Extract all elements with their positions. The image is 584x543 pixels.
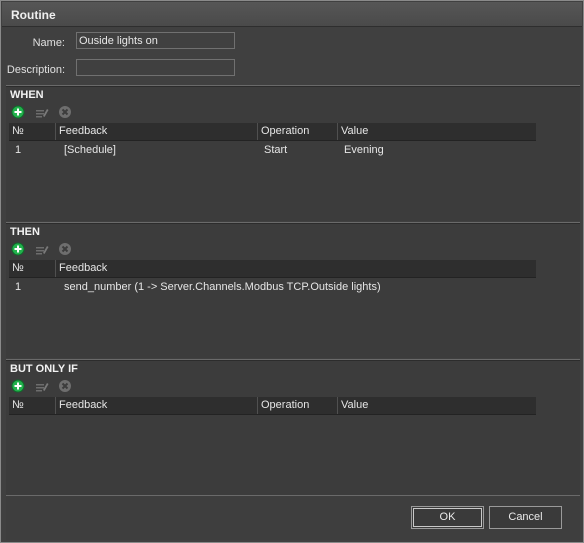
name-label: Name: — [32, 37, 65, 49]
then-grid-header: № Feedback — [9, 260, 536, 278]
name-field[interactable] — [76, 32, 235, 49]
edit-icon[interactable] — [35, 242, 49, 256]
only-if-title: BUT ONLY IF — [10, 363, 78, 375]
routine-dialog: Routine Name: Description: WHEN № Feedba… — [0, 0, 584, 543]
add-icon[interactable] — [11, 379, 25, 393]
delete-icon[interactable] — [58, 105, 72, 119]
column-header-number[interactable]: № — [9, 123, 56, 140]
then-title: THEN — [10, 226, 40, 238]
description-label: Description: — [6, 64, 65, 76]
row-number: 1 — [15, 281, 22, 293]
add-icon[interactable] — [11, 105, 25, 119]
edit-icon[interactable] — [35, 105, 49, 119]
row-number: 1 — [15, 144, 22, 156]
when-section: WHEN № Feedback Operation Value 1 [Sched… — [6, 85, 580, 221]
edit-icon[interactable] — [35, 379, 49, 393]
title-bar[interactable]: Routine — [2, 2, 582, 27]
column-header-feedback[interactable]: Feedback — [56, 123, 258, 140]
row-feedback: send_number (1 -> Server.Channels.Modbus… — [64, 281, 381, 293]
column-header-number[interactable]: № — [9, 397, 56, 414]
column-header-number[interactable]: № — [9, 260, 56, 277]
table-row[interactable]: 1 send_number (1 -> Server.Channels.Modb… — [9, 279, 536, 296]
when-grid-header: № Feedback Operation Value — [9, 123, 536, 141]
delete-icon[interactable] — [58, 379, 72, 393]
add-icon[interactable] — [11, 242, 25, 256]
column-header-feedback[interactable]: Feedback — [56, 397, 258, 414]
row-operation: Start — [264, 144, 288, 156]
column-header-value[interactable]: Value — [338, 123, 536, 140]
ok-button[interactable]: OK — [411, 506, 484, 529]
column-header-feedback[interactable]: Feedback — [56, 260, 536, 277]
row-feedback: [Schedule] — [64, 144, 116, 156]
table-row[interactable]: 1 [Schedule] Start Evening — [9, 142, 536, 159]
delete-icon[interactable] — [58, 242, 72, 256]
when-title: WHEN — [10, 89, 44, 101]
column-header-operation[interactable]: Operation — [258, 397, 338, 414]
only-if-grid-header: № Feedback Operation Value — [9, 397, 536, 415]
window-title: Routine — [11, 8, 56, 22]
description-field[interactable] — [76, 59, 235, 76]
only-if-section: BUT ONLY IF № Feedback Operation Value — [6, 359, 580, 495]
cancel-button[interactable]: Cancel — [489, 506, 562, 529]
then-section: THEN № Feedback 1 send_number (1 -> Serv… — [6, 222, 580, 358]
dialog-footer: OK Cancel — [6, 495, 580, 540]
row-value: Evening — [344, 144, 384, 156]
column-header-operation[interactable]: Operation — [258, 123, 338, 140]
column-header-value[interactable]: Value — [338, 397, 536, 414]
